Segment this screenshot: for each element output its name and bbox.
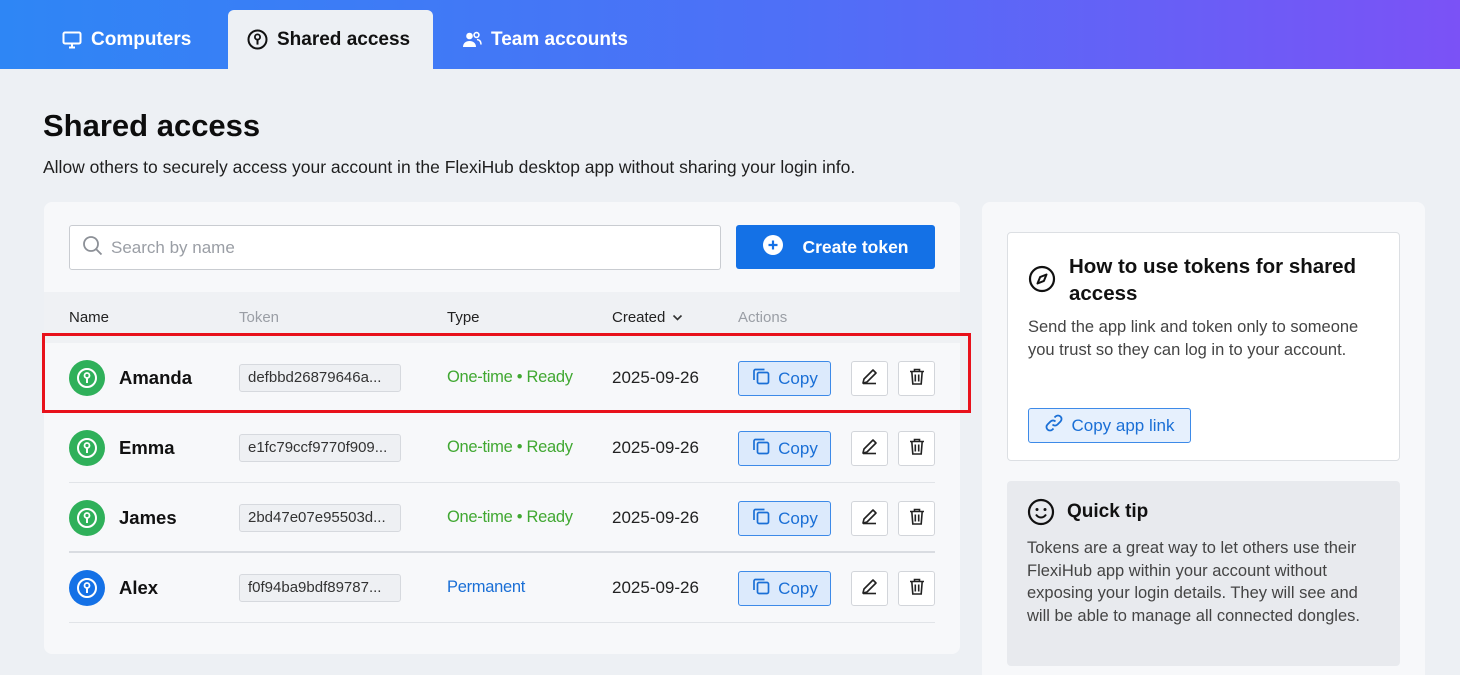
copy-label: Copy [778, 508, 818, 528]
row-name: Emma [119, 437, 175, 458]
smile-icon [1027, 498, 1055, 531]
copy-label: Copy [778, 368, 818, 388]
copy-icon [751, 436, 771, 461]
users-icon [462, 30, 482, 50]
tokens-card: Create token Name Token Type Created Act… [44, 202, 960, 654]
help-sidebar: How to use tokens for shared access Send… [982, 202, 1425, 675]
key-circle-icon [69, 430, 105, 466]
tab-label: Shared access [277, 28, 411, 50]
tab-label: Team accounts [491, 28, 628, 50]
copy-token-button[interactable]: Copy [738, 431, 831, 466]
copy-icon [751, 506, 771, 531]
created-date: 2025-09-26 [612, 368, 699, 387]
column-header-created[interactable]: Created [612, 309, 683, 326]
quick-tip-text: Tokens are a great way to let others use… [1027, 539, 1360, 625]
copy-label: Copy [778, 438, 818, 458]
token-value: e1fc79ccf9770f909... [239, 434, 401, 462]
trash-icon [908, 437, 926, 461]
copy-token-button[interactable]: Copy [738, 571, 831, 606]
column-header-type[interactable]: Type [447, 309, 480, 326]
pencil-icon [860, 507, 879, 531]
page-subtitle: Allow others to securely access your acc… [43, 157, 856, 177]
copy-app-link-label: Copy app link [1071, 415, 1175, 435]
created-date: 2025-09-26 [612, 508, 699, 527]
page-title: Shared access [43, 108, 261, 143]
howto-text: Send the app link and token only to some… [1028, 318, 1359, 359]
key-circle-icon [69, 360, 105, 396]
edit-button[interactable] [851, 571, 888, 606]
search-icon [82, 235, 103, 261]
table-row: Alex f0f94ba9bdf89787... Permanent 2025-… [69, 553, 935, 623]
key-circle-icon [247, 29, 268, 50]
trash-icon [908, 507, 926, 531]
pencil-icon [860, 367, 879, 391]
edit-button[interactable] [851, 361, 888, 396]
link-icon [1044, 413, 1064, 438]
table-row: James 2bd47e07e95503d... One-time • Read… [69, 483, 935, 553]
create-token-label: Create token [802, 236, 909, 257]
search-input[interactable] [111, 237, 671, 258]
row-name: Alex [119, 577, 159, 598]
table-row: Amanda defbbd26879646a... One-time • Rea… [69, 343, 935, 413]
compass-icon [1028, 265, 1056, 298]
delete-button[interactable] [898, 571, 935, 606]
created-date: 2025-09-26 [612, 578, 699, 597]
copy-app-link-button[interactable]: Copy app link [1028, 408, 1191, 443]
token-value: defbbd26879646a... [239, 364, 401, 392]
tab-computers[interactable]: Computers [44, 10, 209, 69]
delete-button[interactable] [898, 501, 935, 536]
edit-button[interactable] [851, 501, 888, 536]
key-circle-icon [69, 500, 105, 536]
token-value: 2bd47e07e95503d... [239, 504, 401, 532]
column-header-token: Token [239, 309, 280, 326]
howto-title: How to use tokens for shared access [1069, 255, 1357, 305]
chevron-down-icon [672, 309, 683, 326]
column-header-name[interactable]: Name [69, 309, 109, 326]
key-circle-icon [69, 570, 105, 606]
token-type: Permanent [447, 578, 526, 596]
token-value: f0f94ba9bdf89787... [239, 574, 401, 602]
copy-icon [751, 366, 771, 391]
top-nav-bar: Computers Shared access Team accounts [0, 0, 1460, 69]
trash-icon [908, 577, 926, 601]
pencil-icon [860, 437, 879, 461]
howto-panel: How to use tokens for shared access Send… [1007, 232, 1400, 461]
created-date: 2025-09-26 [612, 438, 699, 457]
plus-circle-icon [762, 234, 784, 261]
tab-shared-access[interactable]: Shared access [228, 10, 433, 69]
token-type: One-time • Ready [447, 368, 573, 386]
row-name: Amanda [119, 367, 192, 388]
copy-label: Copy [778, 578, 818, 598]
token-type: One-time • Ready [447, 438, 573, 456]
tab-label: Computers [91, 28, 192, 50]
create-token-button[interactable]: Create token [736, 225, 935, 269]
monitor-icon [62, 30, 82, 50]
pencil-icon [860, 577, 879, 601]
copy-token-button[interactable]: Copy [738, 361, 831, 396]
table-header [44, 292, 960, 343]
delete-button[interactable] [898, 431, 935, 466]
trash-icon [908, 367, 926, 391]
copy-icon [751, 576, 771, 601]
column-header-actions: Actions [738, 309, 788, 326]
quick-tip-title: Quick tip [1067, 501, 1149, 522]
copy-token-button[interactable]: Copy [738, 501, 831, 536]
row-name: James [119, 507, 177, 528]
token-type: One-time • Ready [447, 508, 573, 526]
search-box[interactable] [69, 225, 721, 270]
delete-button[interactable] [898, 361, 935, 396]
tab-team-accounts[interactable]: Team accounts [462, 10, 646, 69]
edit-button[interactable] [851, 431, 888, 466]
column-header-created-label: Created [612, 309, 666, 326]
quick-tip-panel: Quick tip Tokens are a great way to let … [1007, 481, 1400, 666]
table-row: Emma e1fc79ccf9770f909... One-time • Rea… [69, 413, 935, 483]
